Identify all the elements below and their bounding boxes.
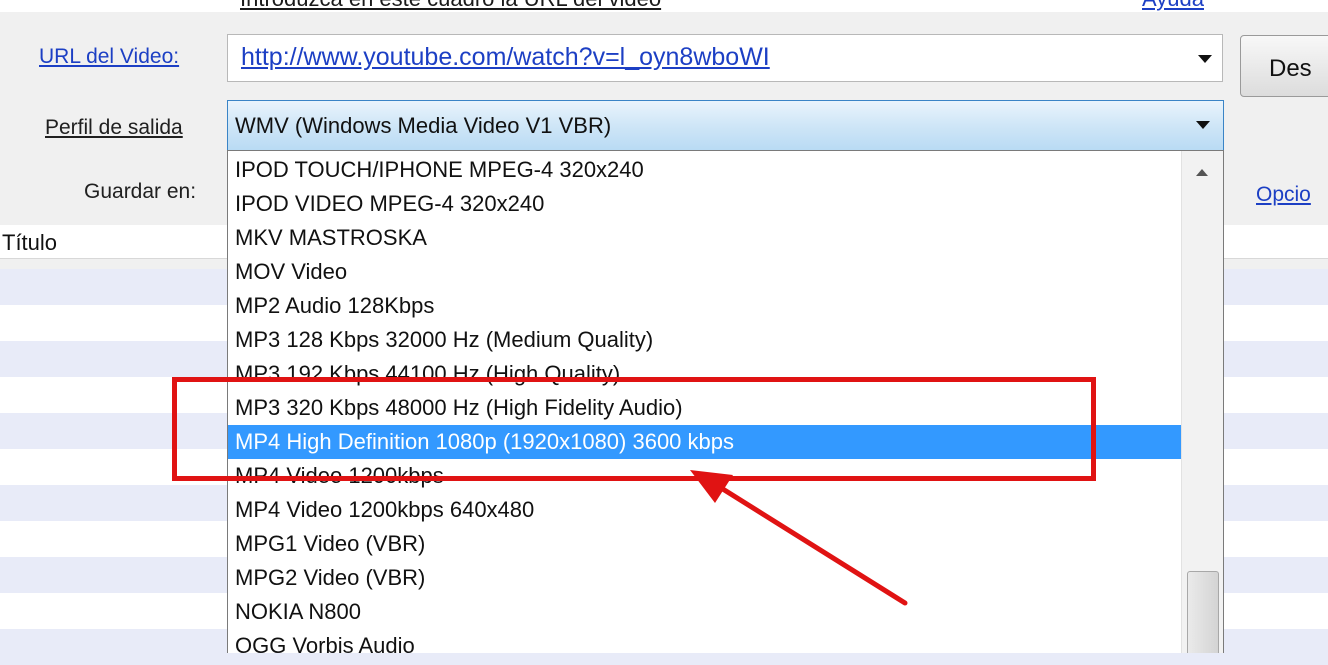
annotation-arrow-icon [690,470,908,606]
